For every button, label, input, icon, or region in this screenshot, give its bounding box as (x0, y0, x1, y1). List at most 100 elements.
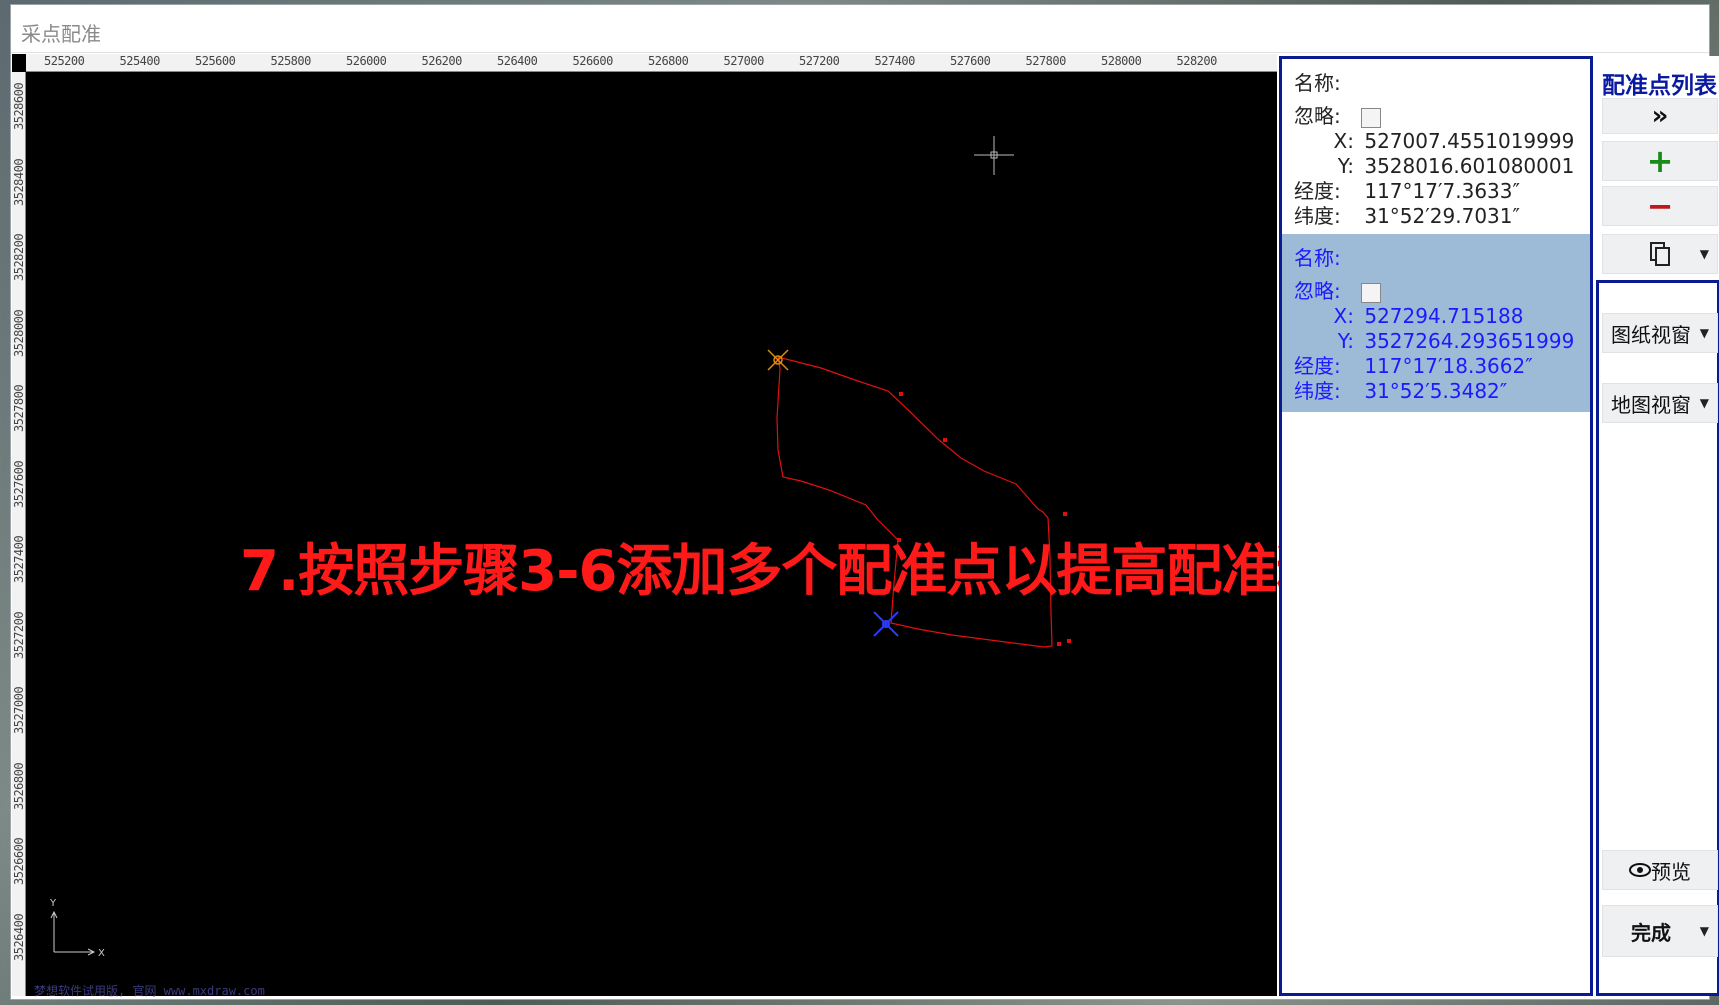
y-label: Y: (1337, 329, 1354, 353)
x-value: 527294.715188 (1364, 304, 1524, 328)
latitude-label: 纬度: (1294, 379, 1341, 403)
ruler-left: 3528600 3528400 3528200 3528000 3527800 35276… (12, 72, 26, 996)
ruler-x-tick: 525200 (44, 54, 85, 68)
view-controls: 图纸视窗 ▼ 地图视窗 ▼ 预览 完成 ▼ (1596, 280, 1719, 996)
double-chevron-right-icon: » (1651, 101, 1669, 131)
ruler-x-tick: 525600 (195, 54, 236, 68)
remove-point-button[interactable]: − (1602, 186, 1718, 226)
latitude-value: 31°52′5.3482″ (1364, 379, 1508, 403)
ruler-y-tick: 3526600 (12, 837, 26, 885)
ruler-top: 525200 525400 525600 525800 526000 526200 5264… (26, 54, 1277, 72)
plus-icon: + (1646, 142, 1674, 180)
ruler-y-tick: 3527800 (12, 384, 26, 432)
map-view-label: 地图视窗 (1611, 392, 1691, 417)
trial-watermark: 梦想软件试用版, 官网 www.mxdraw.com (34, 984, 265, 998)
latitude-row: 纬度: 31°52′5.3482″ (1294, 379, 1590, 404)
ruler-x-tick: 526800 (648, 54, 689, 68)
registration-window: 采点配准 525200 525400 525600 525800 526000 52620… (10, 4, 1719, 1000)
ignore-row: 忽略: (1294, 104, 1590, 129)
ignore-checkbox[interactable] (1361, 282, 1382, 303)
registration-point-list: 名称: 忽略: X: 527007.4551019999 Y: 3528016.… (1279, 56, 1593, 996)
preview-label: 预览 (1651, 859, 1691, 884)
cad-view[interactable]: 525200 525400 525600 525800 526000 526200 5264… (12, 54, 1442, 998)
map-view-button[interactable]: 地图视窗 ▼ (1602, 383, 1718, 423)
latitude-label: 纬度: (1294, 204, 1341, 228)
add-point-button[interactable]: + (1602, 141, 1718, 181)
latitude-row: 纬度: 31°52′29.7031″ (1294, 204, 1590, 229)
chevron-down-icon[interactable]: ▼ (1700, 924, 1709, 938)
longitude-row: 经度: 117°17′7.3633″ (1294, 179, 1590, 204)
ignore-checkbox[interactable] (1361, 107, 1382, 128)
ruler-y-tick: 3528400 (12, 158, 26, 206)
ruler-x-tick: 525800 (270, 54, 312, 68)
ruler-x-tick: 526600 (572, 54, 614, 68)
ruler-x-tick: 527600 (950, 54, 991, 68)
name-label: 名称: (1294, 71, 1341, 95)
y-value: 3527264.293651999 (1364, 329, 1575, 353)
chevron-down-icon[interactable]: ▼ (1700, 396, 1709, 410)
longitude-label: 经度: (1294, 354, 1341, 378)
chevron-down-icon[interactable]: ▼ (1700, 247, 1709, 261)
name-row: 名称: (1294, 246, 1590, 271)
right-toolbar: 配准点列表 » + − ▼ 图纸视窗 ▼ 地图视窗 ▼ 预览 完成 ▼ (1596, 56, 1719, 996)
drawing-view-label: 图纸视窗 (1611, 322, 1691, 347)
crosshair-cursor (974, 136, 1014, 175)
point-list-title: 配准点列表 (1602, 73, 1717, 99)
ruler-x-tick: 528000 (1101, 54, 1142, 68)
ignore-label: 忽略: (1294, 104, 1341, 128)
title-bar: 采点配准 (11, 5, 1709, 53)
minus-icon: − (1646, 187, 1674, 225)
longitude-value: 117°17′7.3633″ (1364, 179, 1520, 203)
drawing-view-button[interactable]: 图纸视窗 ▼ (1602, 313, 1718, 353)
ruler-y-tick: 3526400 (12, 913, 26, 961)
longitude-label: 经度: (1294, 179, 1341, 203)
preview-button[interactable]: 预览 (1602, 850, 1718, 890)
y-value: 3528016.601080001 (1364, 154, 1575, 178)
y-row: Y: 3528016.601080001 (1294, 154, 1590, 179)
finish-label: 完成 (1631, 920, 1671, 945)
ruler-y-tick: 3526800 (12, 762, 26, 810)
vertex-markers (897, 392, 1071, 646)
axis-x-label: X (98, 948, 105, 959)
ruler-x-tick: 527800 (1025, 54, 1067, 68)
ignore-row: 忽略: (1294, 279, 1590, 304)
x-label: X: (1333, 129, 1354, 153)
longitude-value: 117°17′18.3662″ (1364, 354, 1533, 378)
ignore-label: 忽略: (1294, 279, 1341, 303)
y-row: Y: 3527264.293651999 (1294, 329, 1590, 354)
chevron-down-icon[interactable]: ▼ (1700, 326, 1709, 340)
axis-y-label: Y (49, 898, 57, 909)
x-row: X: 527294.715188 (1294, 304, 1590, 329)
ruler-y-tick: 3528000 (12, 309, 26, 357)
copy-button[interactable]: ▼ (1602, 234, 1718, 274)
tutorial-caption: 7.按照步骤3-6添加多个配准点以提高配准精确度 (240, 539, 1442, 604)
ruler-y-tick: 3528200 (12, 233, 26, 281)
ruler-x-tick: 527000 (723, 54, 765, 68)
ruler-y-tick: 3528600 (12, 82, 26, 130)
ruler-y-tick: 3527200 (12, 611, 26, 659)
registration-point-card-2[interactable]: 名称: 忽略: X: 527294.715188 Y: 3527264.2936… (1282, 234, 1590, 412)
registration-point-card-1[interactable]: 名称: 忽略: X: 527007.4551019999 Y: 3528016.… (1282, 59, 1590, 234)
finish-button[interactable]: 完成 ▼ (1602, 905, 1718, 957)
ruler-y-tick: 3527400 (12, 535, 26, 583)
window-title: 采点配准 (21, 22, 101, 46)
expand-button[interactable]: » (1602, 98, 1718, 134)
ruler-x-tick: 526200 (421, 54, 463, 68)
ruler-x-tick: 528200 (1176, 54, 1218, 68)
x-row: X: 527007.4551019999 (1294, 129, 1590, 154)
x-value: 527007.4551019999 (1364, 129, 1575, 153)
ruler-y-tick: 3527600 (12, 460, 26, 508)
registration-point-1-marker[interactable] (767, 349, 789, 371)
ruler-x-tick: 525400 (119, 54, 161, 68)
ruler-y-tick: 3527000 (12, 686, 26, 734)
eye-icon (1629, 863, 1651, 877)
y-label: Y: (1337, 154, 1354, 178)
ruler-x-tick: 527400 (874, 54, 916, 68)
latitude-value: 31°52′29.7031″ (1364, 204, 1520, 228)
longitude-row: 经度: 117°17′18.3662″ (1294, 354, 1590, 379)
ruler-x-tick: 527200 (799, 54, 840, 68)
ruler-x-tick: 526000 (346, 54, 387, 68)
name-label: 名称: (1294, 246, 1341, 270)
x-label: X: (1333, 304, 1354, 328)
name-row: 名称: (1294, 71, 1590, 96)
